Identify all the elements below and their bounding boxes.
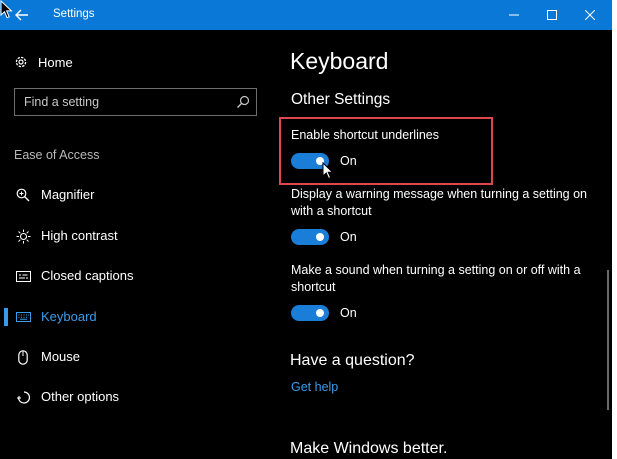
setting-label-shortcut-underlines: Enable shortcut underlines xyxy=(291,128,440,142)
toggle-state-label: On xyxy=(340,306,357,320)
scrollbar[interactable] xyxy=(607,270,609,410)
get-help-link[interactable]: Get help xyxy=(291,380,338,394)
other-options-icon xyxy=(16,390,30,404)
have-a-question-heading: Have a question? xyxy=(290,352,415,369)
sidebar-item-other-options[interactable]: Other options xyxy=(0,384,270,410)
sidebar-item-mouse[interactable]: Mouse xyxy=(0,344,270,370)
window-title: Settings xyxy=(53,8,95,20)
sidebar-item-label: High contrast xyxy=(41,228,118,243)
toggle-knob xyxy=(316,233,324,241)
contrast-sun-icon xyxy=(16,229,30,243)
setting-label-make-sound: Make a sound when turning a setting on o… xyxy=(291,263,581,294)
mouse-icon xyxy=(18,349,28,365)
setting-label-warning-message: Display a warning message when turning a… xyxy=(291,187,588,218)
magnifier-icon xyxy=(16,188,30,202)
toggle-state-label: On xyxy=(340,230,357,244)
search-icon[interactable] xyxy=(236,95,250,109)
sidebar-item-closed-captions[interactable]: Closed captions xyxy=(0,263,270,289)
selected-indicator xyxy=(4,308,8,326)
toggle-knob xyxy=(316,309,324,317)
toggle-warning-message[interactable] xyxy=(291,229,329,245)
toggle-state-label: On xyxy=(340,154,357,168)
search-placeholder: Find a setting xyxy=(24,95,100,109)
closed-captions-icon xyxy=(15,270,31,282)
maximize-icon xyxy=(547,10,557,20)
search-box[interactable]: Find a setting xyxy=(14,88,257,116)
sidebar-item-label: Other options xyxy=(41,389,120,404)
sidebar-item-label: Mouse xyxy=(41,349,81,364)
title-bar: Settings xyxy=(0,0,612,30)
toggle-make-sound[interactable] xyxy=(291,305,329,321)
window-edge xyxy=(612,0,617,459)
gear-icon xyxy=(15,56,27,68)
sidebar-item-keyboard[interactable]: Keyboard xyxy=(0,304,270,330)
section-heading-other-settings: Other Settings xyxy=(291,91,391,108)
settings-window: Settings Home Find a setting Ease of Acc… xyxy=(0,0,612,459)
back-arrow-icon xyxy=(15,9,28,21)
mouse-pointer-icon xyxy=(322,162,334,180)
cursor-arrow-icon xyxy=(0,0,13,19)
page-title: Keyboard xyxy=(290,48,389,74)
close-icon xyxy=(585,10,595,20)
keyboard-icon xyxy=(15,312,31,322)
sidebar-item-magnifier[interactable]: Magnifier xyxy=(0,182,270,208)
sidebar-item-label: Keyboard xyxy=(41,309,97,324)
section-label-ease-of-access: Ease of Access xyxy=(14,148,100,162)
nav-home[interactable]: Home xyxy=(14,52,73,72)
close-button[interactable] xyxy=(568,0,612,30)
sidebar-item-label: Magnifier xyxy=(41,187,95,202)
minimize-icon xyxy=(509,14,519,16)
make-windows-better-heading: Make Windows better. xyxy=(290,440,448,457)
sidebar-item-label: Closed captions xyxy=(41,268,134,283)
nav-home-label: Home xyxy=(38,54,73,70)
sidebar-item-high-contrast[interactable]: High contrast xyxy=(0,223,270,249)
